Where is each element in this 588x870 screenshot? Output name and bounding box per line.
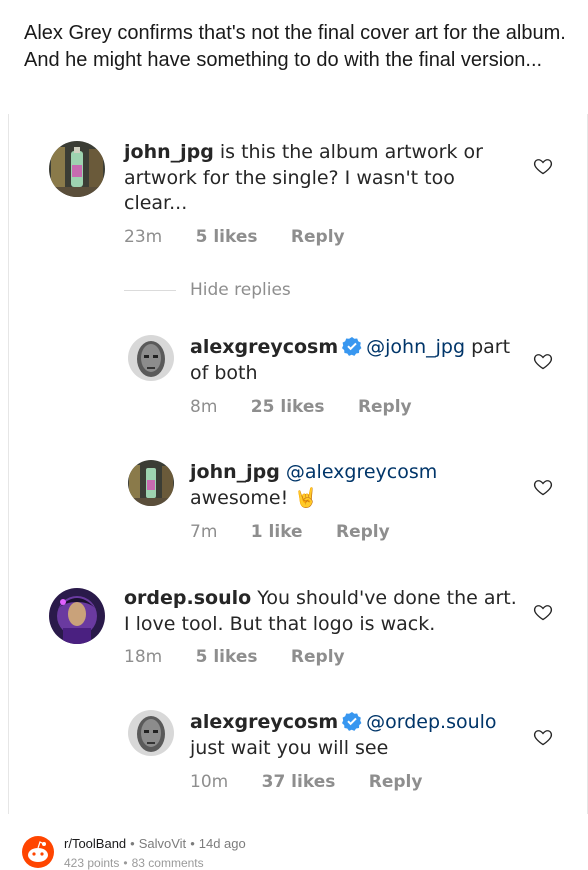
comment-mention[interactable]: @ordep.soulo — [366, 711, 496, 733]
verified-badge-icon — [342, 337, 362, 356]
comment-time: 18m — [124, 647, 163, 667]
verified-badge-icon — [342, 712, 362, 731]
comment-body: just wait you will see — [190, 736, 389, 759]
comment-time: 23m — [124, 227, 163, 247]
avatar[interactable] — [128, 460, 174, 506]
comment-text: john_jpg @alexgreycosm awesome! 🤘 — [190, 460, 520, 511]
post-age: 14d ago — [198, 836, 246, 851]
avatar[interactable] — [128, 710, 174, 756]
comment-likes[interactable]: 37 likes — [262, 772, 336, 792]
avatar[interactable] — [49, 141, 105, 197]
reddit-footer: r/ToolBand • SalvoVit • 14d ago 423 points • 8… — [22, 832, 582, 870]
subreddit-link[interactable]: r/ToolBand — [64, 836, 126, 851]
reply-button[interactable]: Reply — [336, 522, 390, 542]
comment-meta: 10m 37 likes Reply — [190, 772, 422, 792]
comment-text: ordep.soulo You should've done the art. … — [124, 586, 524, 637]
post-stats-line: 423 points • 83 comments — [64, 856, 204, 870]
comment-time: 8m — [190, 397, 218, 417]
comment-time: 7m — [190, 522, 218, 542]
heart-icon[interactable] — [533, 477, 553, 497]
reply-button[interactable]: Reply — [358, 397, 412, 417]
comment-username[interactable]: alexgreycosm — [190, 336, 338, 358]
avatar[interactable] — [49, 588, 105, 644]
comment-username[interactable]: ordep.soulo — [124, 587, 251, 609]
reddit-snoo-icon[interactable] — [22, 836, 54, 868]
comment-text: alexgreycosm @ordep.soulo just wait you w… — [190, 710, 520, 761]
comment-time: 10m — [190, 772, 229, 792]
comment-meta: 23m 5 likes Reply — [124, 227, 345, 247]
post-meta-line: r/ToolBand • SalvoVit • 14d ago — [64, 836, 246, 851]
rock-hand-emoji: 🤘 — [294, 486, 318, 509]
comment-username[interactable]: alexgreycosm — [190, 711, 338, 733]
comment-likes[interactable]: 25 likes — [251, 397, 325, 417]
hide-replies-divider — [124, 290, 176, 291]
comment-meta: 7m 1 like Reply — [190, 522, 390, 542]
comment-likes[interactable]: 1 like — [251, 522, 303, 542]
comment-body: awesome! — [190, 486, 289, 509]
comment-likes[interactable]: 5 likes — [196, 227, 258, 247]
avatar[interactable] — [128, 335, 174, 381]
comment-text: john_jpg is this the album artwork or ar… — [124, 140, 504, 217]
comment-username[interactable]: john_jpg — [124, 141, 214, 163]
hide-replies-button[interactable]: Hide replies — [190, 280, 291, 300]
reply-button[interactable]: Reply — [291, 647, 345, 667]
heart-icon[interactable] — [533, 351, 553, 371]
post-title: Alex Grey confirms that's not the final … — [24, 22, 566, 71]
separator-dot: • — [190, 836, 195, 851]
comment-username[interactable]: john_jpg — [190, 461, 280, 483]
heart-icon[interactable] — [533, 602, 553, 622]
comment-mention[interactable]: @john_jpg — [366, 336, 465, 358]
post-points: 423 points — [64, 856, 120, 870]
heart-icon[interactable] — [533, 156, 553, 176]
comment-text: alexgreycosm @john_jpg part of both — [190, 335, 520, 386]
comment-meta: 8m 25 likes Reply — [190, 397, 412, 417]
comments-link[interactable]: 83 comments — [132, 856, 204, 870]
comment-meta: 18m 5 likes Reply — [124, 647, 345, 667]
reply-button[interactable]: Reply — [369, 772, 423, 792]
reply-button[interactable]: Reply — [291, 227, 345, 247]
comment-likes[interactable]: 5 likes — [196, 647, 258, 667]
author-link[interactable]: SalvoVit — [139, 836, 186, 851]
comment-mention[interactable]: @alexgreycosm — [286, 461, 437, 483]
heart-icon[interactable] — [533, 727, 553, 747]
separator-dot: • — [130, 836, 135, 851]
separator-dot: • — [123, 856, 128, 870]
